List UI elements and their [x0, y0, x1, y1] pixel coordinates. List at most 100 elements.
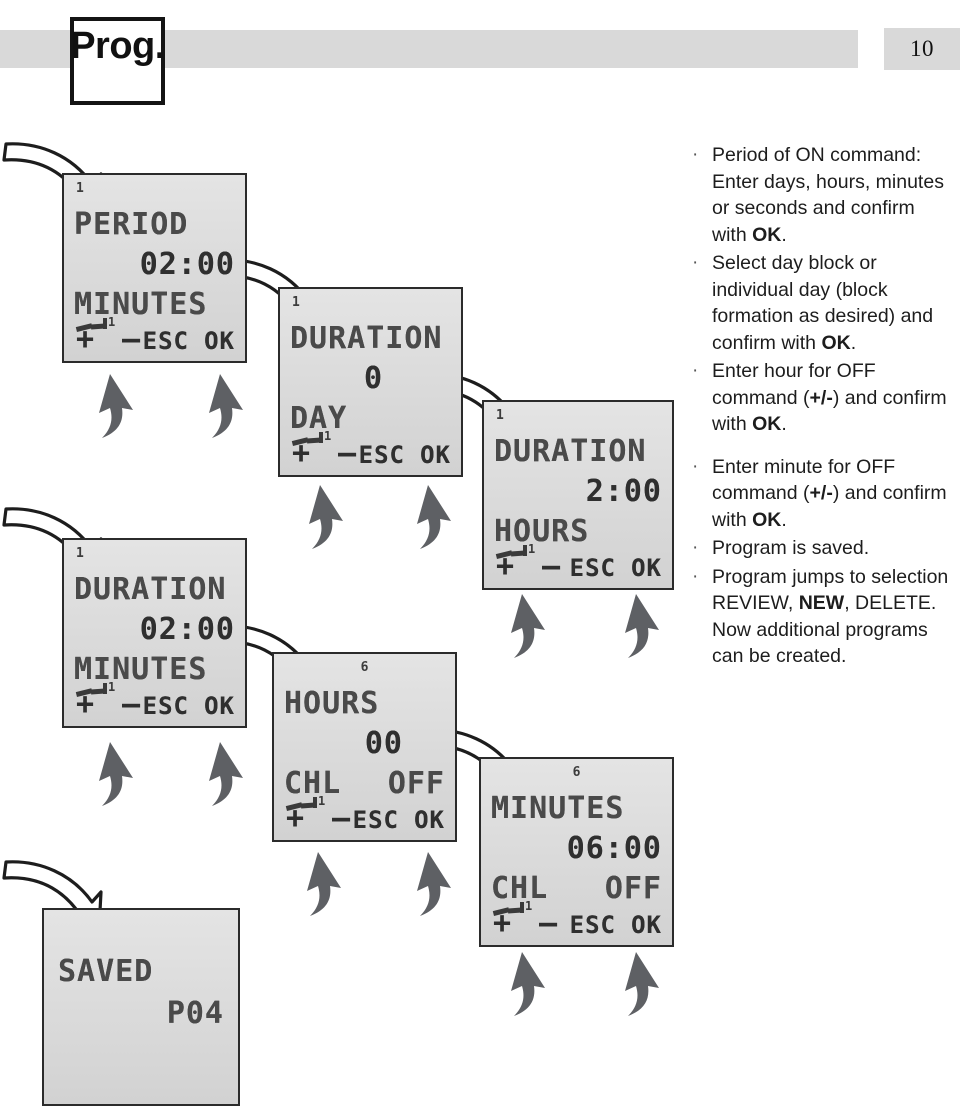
bullet-dot: · [692, 537, 699, 558]
lcd-value: 02:00 [139, 612, 235, 647]
lcd-title: DURATION [290, 321, 443, 356]
softkey-ok[interactable]: OK [204, 692, 235, 720]
softkey-esc[interactable]: ESC [143, 327, 189, 355]
lcd-panel-period-minutes[interactable]: 1 PERIOD 02:00 MINUTES 1 + – ESC OK [62, 173, 247, 363]
instruction-text-3: Enter hour for OFF command (+/-) and con… [712, 360, 947, 435]
press-arrow-icon-p6-plus [511, 952, 545, 1016]
press-arrow-icon-p1-ok [209, 374, 243, 438]
softkey-plus[interactable]: + [493, 906, 512, 941]
lcd-panel-saved[interactable]: SAVED P04 [42, 908, 240, 1106]
prog-chapter-label: Prog. [70, 25, 165, 67]
lcd-unit: CHL [491, 871, 549, 906]
press-arrow-icon-p1-plus [99, 374, 133, 438]
lcd-unit-right: OFF [387, 766, 445, 801]
softkey-plus[interactable]: + [496, 549, 515, 584]
lcd-title: PERIOD [74, 207, 189, 242]
lcd-panel-minutes-chl-off[interactable]: 6 MINUTES 06:00 CHL OFF 1 + – ESC OK [479, 757, 674, 947]
softkey-esc[interactable]: ESC [570, 554, 616, 582]
press-arrow-icon-p3-plus [511, 594, 545, 658]
lcd-title: MINUTES [491, 791, 625, 826]
softkey-ok[interactable]: OK [631, 554, 662, 582]
softkey-minus[interactable]: – [539, 906, 558, 941]
softkey-plus[interactable]: + [286, 801, 305, 836]
lcd-value: 02:00 [139, 247, 235, 282]
softkey-minus[interactable]: – [122, 322, 141, 357]
bullet-dot: · [692, 455, 699, 477]
press-arrow-icon-p5-ok [417, 852, 451, 916]
softkey-ok[interactable]: OK [631, 911, 662, 939]
instructions-spacer [686, 440, 954, 454]
press-arrow-icon-p6-ok [625, 952, 659, 1016]
lcd-unit-right: OFF [604, 871, 662, 906]
softkey-minus[interactable]: – [122, 687, 141, 722]
lcd-unit: MINUTES [74, 287, 208, 322]
press-arrow-icon-p2-ok [417, 485, 451, 549]
softkey-bar: + – ESC OK [280, 436, 461, 471]
instructions-list: · Period of ON command: Enter days, hour… [686, 142, 954, 672]
prog-chapter-box: Prog. [70, 17, 165, 105]
bullet-dot: · [692, 144, 699, 165]
instruction-text-2: Select day block or individual day (bloc… [712, 252, 934, 354]
lcd-unit: DAY [290, 401, 348, 436]
softkey-bar: + – ESC OK [274, 801, 455, 836]
lcd-panel-duration-minutes[interactable]: 1 DURATION 02:00 MINUTES 1 + – ESC OK [62, 538, 247, 728]
lcd-unit: MINUTES [74, 652, 208, 687]
instruction-item-5: · Program is saved. [686, 535, 954, 562]
softkey-bar: + – ESC OK [64, 322, 245, 357]
bullet-dot: · [692, 565, 699, 587]
lcd-value: P04 [166, 996, 224, 1031]
lcd-title: DURATION [494, 434, 647, 469]
instruction-text-4: Enter minute for OFF command (+/-) and c… [712, 455, 947, 531]
instruction-item-4: · Enter minute for OFF command (+/-) and… [686, 454, 954, 534]
bullet-dot: · [692, 360, 699, 381]
lcd-value: 0 [363, 361, 383, 396]
page-number: 10 [910, 36, 934, 61]
softkey-bar: + – ESC OK [481, 906, 672, 941]
channel-indicator: 6 [572, 765, 581, 780]
instruction-item-2: · Select day block or individual day (bl… [686, 250, 954, 356]
channel-indicator: 1 [76, 546, 84, 561]
softkey-esc[interactable]: ESC [570, 911, 616, 939]
softkey-plus[interactable]: + [292, 436, 311, 471]
softkey-bar: + – ESC OK [64, 687, 245, 722]
bullet-dot: · [692, 252, 699, 273]
instruction-text-1: Period of ON command: Enter days, hours,… [712, 144, 944, 246]
lcd-title: SAVED [58, 954, 154, 989]
instruction-text-5: Program is saved. [712, 537, 870, 559]
lcd-value: 06:00 [566, 831, 662, 866]
channel-indicator: 1 [292, 295, 300, 310]
softkey-esc[interactable]: ESC [143, 692, 189, 720]
softkey-bar: + – ESC OK [484, 549, 672, 584]
lcd-panel-hours-chl-off[interactable]: 6 HOURS 00 CHL OFF 1 + – ESC OK [272, 652, 457, 842]
softkey-esc[interactable]: ESC [359, 441, 405, 469]
softkey-minus[interactable]: – [338, 436, 357, 471]
press-arrow-icon-p2-plus [309, 485, 343, 549]
lcd-panel-duration-day[interactable]: 1 DURATION 0 DAY 1 + – ESC OK [278, 287, 463, 477]
instruction-text-6: Program jumps to selection REVIEW, NEW, … [712, 565, 949, 668]
page-number-badge: 10 [884, 28, 960, 70]
channel-indicator: 1 [76, 181, 84, 196]
instruction-item-1: · Period of ON command: Enter days, hour… [686, 142, 954, 248]
lcd-unit: CHL [284, 766, 342, 801]
lcd-value: 00 [364, 726, 403, 761]
press-arrow-icon-p3-ok [625, 594, 659, 658]
press-arrow-icon-p4-plus [99, 742, 133, 806]
softkey-plus[interactable]: + [76, 687, 95, 722]
channel-indicator: 1 [496, 408, 504, 423]
lcd-title: HOURS [284, 686, 380, 721]
press-arrow-icon-p5-plus [307, 852, 341, 916]
softkey-ok[interactable]: OK [414, 806, 445, 834]
lcd-panel-duration-hours[interactable]: 1 DURATION 2:00 HOURS 1 + – ESC OK [482, 400, 674, 590]
press-arrow-icon-p4-ok [209, 742, 243, 806]
instruction-item-3: · Enter hour for OFF command (+/-) and c… [686, 358, 954, 438]
softkey-ok[interactable]: OK [204, 327, 235, 355]
softkey-minus[interactable]: – [542, 549, 561, 584]
lcd-value: 2:00 [585, 474, 662, 509]
channel-indicator: 6 [360, 660, 369, 675]
softkey-plus[interactable]: + [76, 322, 95, 357]
lcd-unit: HOURS [494, 514, 590, 549]
softkey-ok[interactable]: OK [420, 441, 451, 469]
softkey-esc[interactable]: ESC [353, 806, 399, 834]
lcd-title: DURATION [74, 572, 227, 607]
softkey-minus[interactable]: – [332, 801, 351, 836]
